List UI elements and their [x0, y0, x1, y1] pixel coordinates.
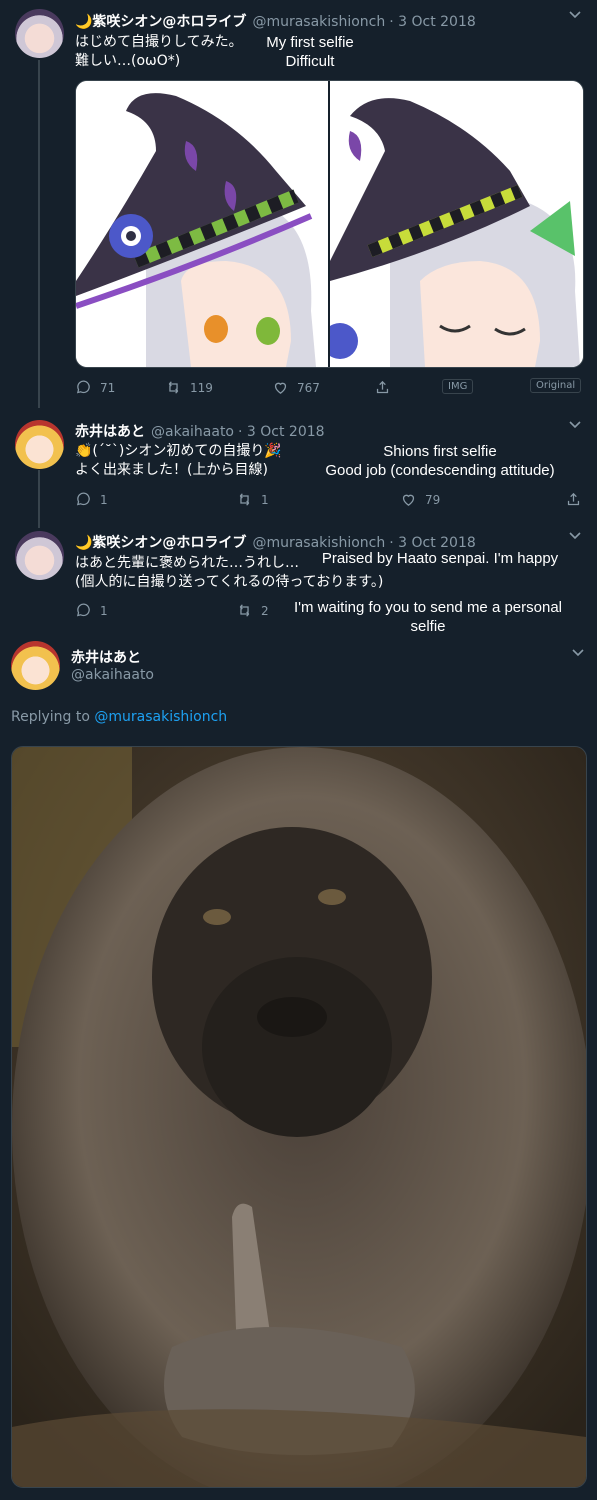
tweet-header: 赤井はあと @akaihaato · 3 Oct 2018 — [75, 421, 325, 441]
tweet-date[interactable]: · 3 Oct 2018 — [238, 424, 325, 440]
retweet-action[interactable]: 2 — [236, 602, 269, 619]
retweet-count: 119 — [190, 380, 213, 395]
img-badge[interactable]: IMG — [442, 379, 474, 394]
chevron-down-icon[interactable] — [568, 9, 582, 23]
translation-line: My first selfie — [266, 34, 354, 51]
tweet-text-line: はあと先輩に褒められた…うれし… — [75, 555, 299, 571]
chevron-down-icon[interactable] — [571, 647, 585, 661]
reply-count: 71 — [100, 380, 116, 395]
chevron-down-icon[interactable] — [568, 419, 582, 433]
reply-count: 1 — [100, 492, 108, 507]
selfie-image-right[interactable] — [330, 81, 583, 367]
tweet-text-line: (個人的に自撮り送ってくれるの待っております。) — [75, 574, 384, 590]
tweet-header: 🌙紫咲シオン@ホロライブ @murasakishionch · 3 Oct 2018 — [75, 11, 476, 31]
avatar[interactable] — [15, 531, 64, 580]
translation-line: selfie — [410, 618, 446, 635]
translation-line: Shions first selfie — [383, 443, 497, 460]
retweet-action[interactable]: 1 — [236, 491, 269, 508]
reply-icon — [76, 380, 90, 394]
thread-line — [38, 470, 40, 528]
retweet-action[interactable]: 119 — [165, 379, 213, 396]
retweet-icon — [239, 604, 250, 617]
heart-icon — [274, 382, 287, 394]
replying-to-link[interactable]: @murasakishionch — [94, 709, 227, 725]
translation-line: Praised by Haato senpai. I'm happy — [321, 550, 559, 567]
selfie-image-left[interactable] — [76, 81, 328, 367]
tweet-media-image[interactable] — [11, 746, 587, 1488]
translation-line: I'm waiting fo you to send me a personal — [293, 599, 562, 616]
tweet-date[interactable]: · 3 Oct 2018 — [389, 14, 476, 30]
tweet-media-grid[interactable] — [75, 80, 584, 368]
tweet-text-line: 難しい…(oωO*) — [75, 53, 181, 69]
translation-line: Difficult — [285, 53, 335, 70]
avatar[interactable] — [15, 9, 64, 58]
author-handle[interactable]: @murasakishionch — [252, 14, 385, 30]
reply-icon — [76, 492, 90, 506]
replying-to-prefix: Replying to — [11, 709, 95, 725]
reply-action[interactable]: 71 — [75, 379, 115, 396]
heart-icon — [402, 494, 415, 506]
author-name[interactable]: 🌙紫咲シオン@ホロライブ — [75, 535, 246, 551]
like-count: 79 — [425, 492, 441, 507]
reply-action[interactable]: 1 — [75, 491, 108, 508]
retweet-icon — [239, 493, 250, 506]
reply-icon — [76, 603, 90, 617]
reply-action[interactable]: 1 — [75, 602, 108, 619]
thread-line — [38, 60, 40, 408]
share-action[interactable] — [565, 491, 582, 508]
share-icon — [376, 380, 389, 394]
retweet-icon — [168, 381, 179, 394]
share-icon — [567, 492, 580, 506]
tweet-text-line: 👏(´˘`)シオン初めての自撮り🎉 — [75, 443, 282, 459]
avatar[interactable] — [15, 420, 64, 469]
like-action[interactable]: 79 — [400, 491, 440, 508]
author-name[interactable]: 赤井はあと — [75, 424, 145, 440]
like-count: 767 — [297, 380, 320, 395]
tweet-text-line: はじめて自撮りしてみた。 — [75, 34, 243, 50]
author-handle[interactable]: @akaihaato — [151, 424, 234, 440]
like-action[interactable]: 767 — [272, 379, 320, 396]
translation-line: Good job (condescending attitude) — [325, 462, 555, 479]
retweet-count: 1 — [261, 492, 269, 507]
author-handle[interactable]: @akaihaato — [71, 667, 154, 683]
tweet-text-line: よく出来ました！(上から目線) — [75, 462, 268, 478]
replying-to-line: Replying to @murasakishionch — [11, 708, 227, 727]
chevron-down-icon[interactable] — [568, 530, 582, 544]
reply-count: 1 — [100, 603, 108, 618]
share-action[interactable] — [374, 379, 391, 396]
original-badge[interactable]: Original — [530, 378, 582, 393]
author-name[interactable]: 赤井はあと — [71, 647, 141, 667]
avatar[interactable] — [11, 641, 60, 690]
retweet-count: 2 — [261, 603, 269, 618]
author-name[interactable]: 🌙紫咲シオン@ホロライブ — [75, 14, 246, 30]
